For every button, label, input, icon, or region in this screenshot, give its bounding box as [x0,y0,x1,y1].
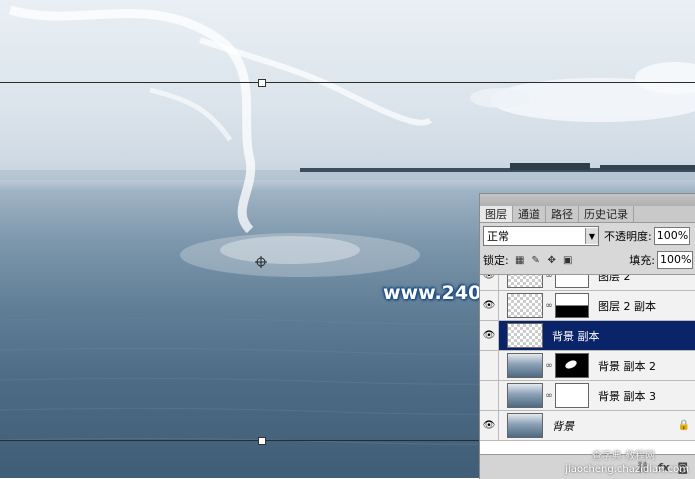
lock-icon: 🔒 [677,420,690,431]
tab-channels[interactable]: 通道 [513,206,546,222]
layer-mask-thumbnail[interactable] [555,275,589,288]
transform-handle-top[interactable] [258,79,266,87]
eye-icon[interactable]: 👁 [480,411,499,440]
tab-paths[interactable]: 路径 [546,206,579,222]
fill-input[interactable]: 100% [657,251,693,269]
layer-name[interactable]: 背景 副本 3 [598,388,656,404]
panel-titlebar[interactable] [480,194,695,206]
layer-thumbnail [507,383,543,408]
transform-handle-bottom[interactable] [258,437,266,445]
panel-tabs: 图层 通道 路径 历史记录 [480,206,695,223]
tab-history[interactable]: 历史记录 [579,206,634,222]
eye-icon[interactable]: 👁 [480,291,499,320]
blend-mode-value: 正常 [487,230,509,243]
layers-panel: 图层 通道 路径 历史记录 正常 ▼ 不透明度: 100% 锁定: ▦ ✎ ✥ … [479,193,695,479]
layer-thumbnail [507,353,543,378]
layer-name[interactable]: 背景 副本 [552,328,600,344]
tab-layers[interactable]: 图层 [480,206,513,222]
layer-row[interactable]: 👁 ∞ 图层 2 [480,274,695,291]
layer-thumbnail [507,293,543,318]
layer-name[interactable]: 背景 [552,418,574,434]
layer-mask-thumbnail[interactable] [555,383,589,408]
layer-row-selected[interactable]: 👁 背景 副本 [480,321,695,351]
transform-top-edge[interactable] [0,82,695,83]
layer-name[interactable]: 背景 副本 2 [598,358,656,374]
lock-all-icon[interactable]: ▣ [563,255,573,266]
layer-mask-thumbnail[interactable] [555,293,589,318]
link-icon: ∞ [545,390,553,401]
layer-row[interactable]: 👁 背景 🔒 [480,411,695,441]
layer-row[interactable]: ∞ 背景 副本 3 [480,381,695,411]
layer-name[interactable]: 图层 2 [598,275,631,284]
layers-list: 👁 ∞ 图层 2 👁 ∞ 图层 2 副本 👁 背景 副本 ∞ 背景 副本 2 ∞… [480,274,695,455]
site-watermark-cn: 查字典 教程网 [591,451,655,462]
lock-transparency-icon[interactable]: ▦ [515,255,525,266]
layer-thumbnail [507,275,543,288]
layer-row[interactable]: 👁 ∞ 图层 2 副本 [480,291,695,321]
chevron-down-icon: ▼ [585,228,598,244]
layer-name[interactable]: 图层 2 副本 [598,298,656,314]
visibility-toggle[interactable] [480,381,499,410]
opacity-label: 不透明度: [604,230,652,243]
eye-icon[interactable]: 👁 [480,321,499,350]
lock-label: 锁定: [483,254,509,267]
link-icon: ∞ [545,274,553,281]
blend-mode-select[interactable]: 正常 ▼ [483,226,599,246]
link-icon: ∞ [545,300,553,311]
lock-brush-icon[interactable]: ✎ [531,255,541,266]
link-icon: ∞ [545,360,553,371]
site-watermark: jiaocheng.chazidian.com [565,464,689,475]
fill-label: 填充: [629,254,655,267]
visibility-toggle[interactable] [480,351,499,380]
layer-mask-thumbnail[interactable] [555,353,589,378]
layer-thumbnail [507,323,543,348]
opacity-input[interactable]: 100% [653,227,690,245]
lock-move-icon[interactable]: ✥ [547,255,557,266]
eye-icon[interactable]: 👁 [480,275,499,290]
layer-thumbnail [507,413,543,438]
layer-row[interactable]: ∞ 背景 副本 2 [480,351,695,381]
